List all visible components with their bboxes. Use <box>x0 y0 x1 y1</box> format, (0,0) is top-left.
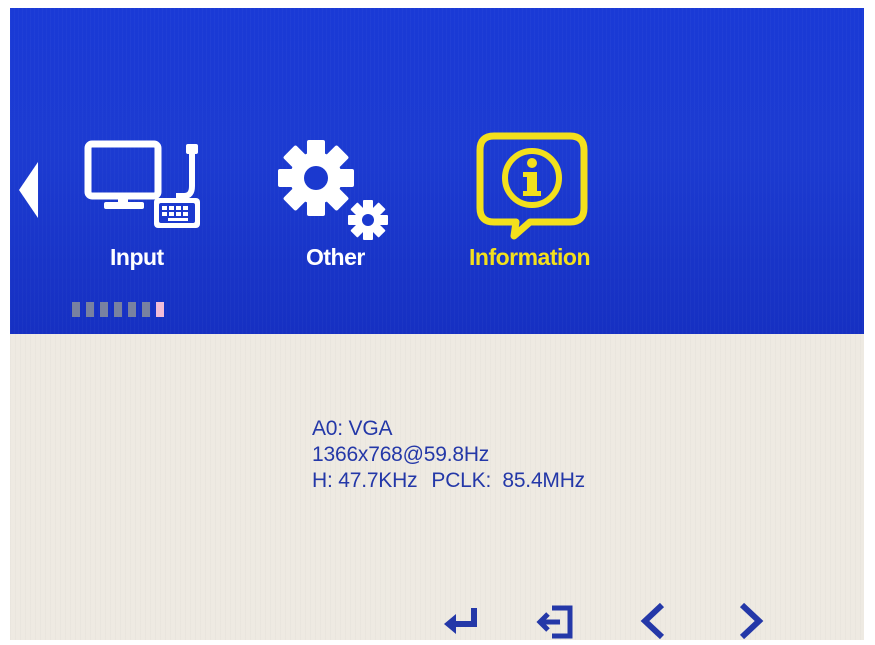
page-dot <box>128 302 136 317</box>
menu-item-other[interactable]: Other <box>276 136 406 278</box>
page-dot <box>100 302 108 317</box>
menu-item-information[interactable]: Information <box>466 130 606 278</box>
signal-info: A0: VGA 1366x768@59.8Hz H: 47.7KHz PCLK: … <box>312 416 585 494</box>
menu-label-input: Input <box>110 244 164 270</box>
page-indicator <box>72 302 164 317</box>
monitor-keyboard-icon <box>80 138 205 243</box>
horizontal-frequency: H: 47.7KHz <box>312 469 418 492</box>
exit-icon[interactable] <box>536 604 576 645</box>
menu-label-other: Other <box>306 244 365 270</box>
enter-return-icon[interactable] <box>442 604 482 645</box>
gears-icon <box>276 136 400 251</box>
menu-label-information: Information <box>469 244 591 270</box>
pixel-clock: PCLK: 85.4MHz <box>431 469 585 492</box>
input-source-line: A0: VGA <box>312 417 393 440</box>
frequency-line: H: 47.7KHz PCLK: 85.4MHz <box>312 468 585 494</box>
page-dot <box>142 302 150 317</box>
page-dot-active <box>156 302 164 317</box>
chevron-right-icon[interactable] <box>734 602 768 645</box>
scroll-left-arrow-icon[interactable] <box>16 160 40 225</box>
menu-item-input[interactable]: Input <box>80 138 210 278</box>
osd-panel <box>10 8 864 640</box>
chevron-left-icon[interactable] <box>636 602 670 645</box>
page-dot <box>72 302 80 317</box>
info-bubble-icon <box>474 130 594 247</box>
page-dot <box>114 302 122 317</box>
page-dot <box>86 302 94 317</box>
resolution-line: 1366x768@59.8Hz <box>312 443 490 466</box>
